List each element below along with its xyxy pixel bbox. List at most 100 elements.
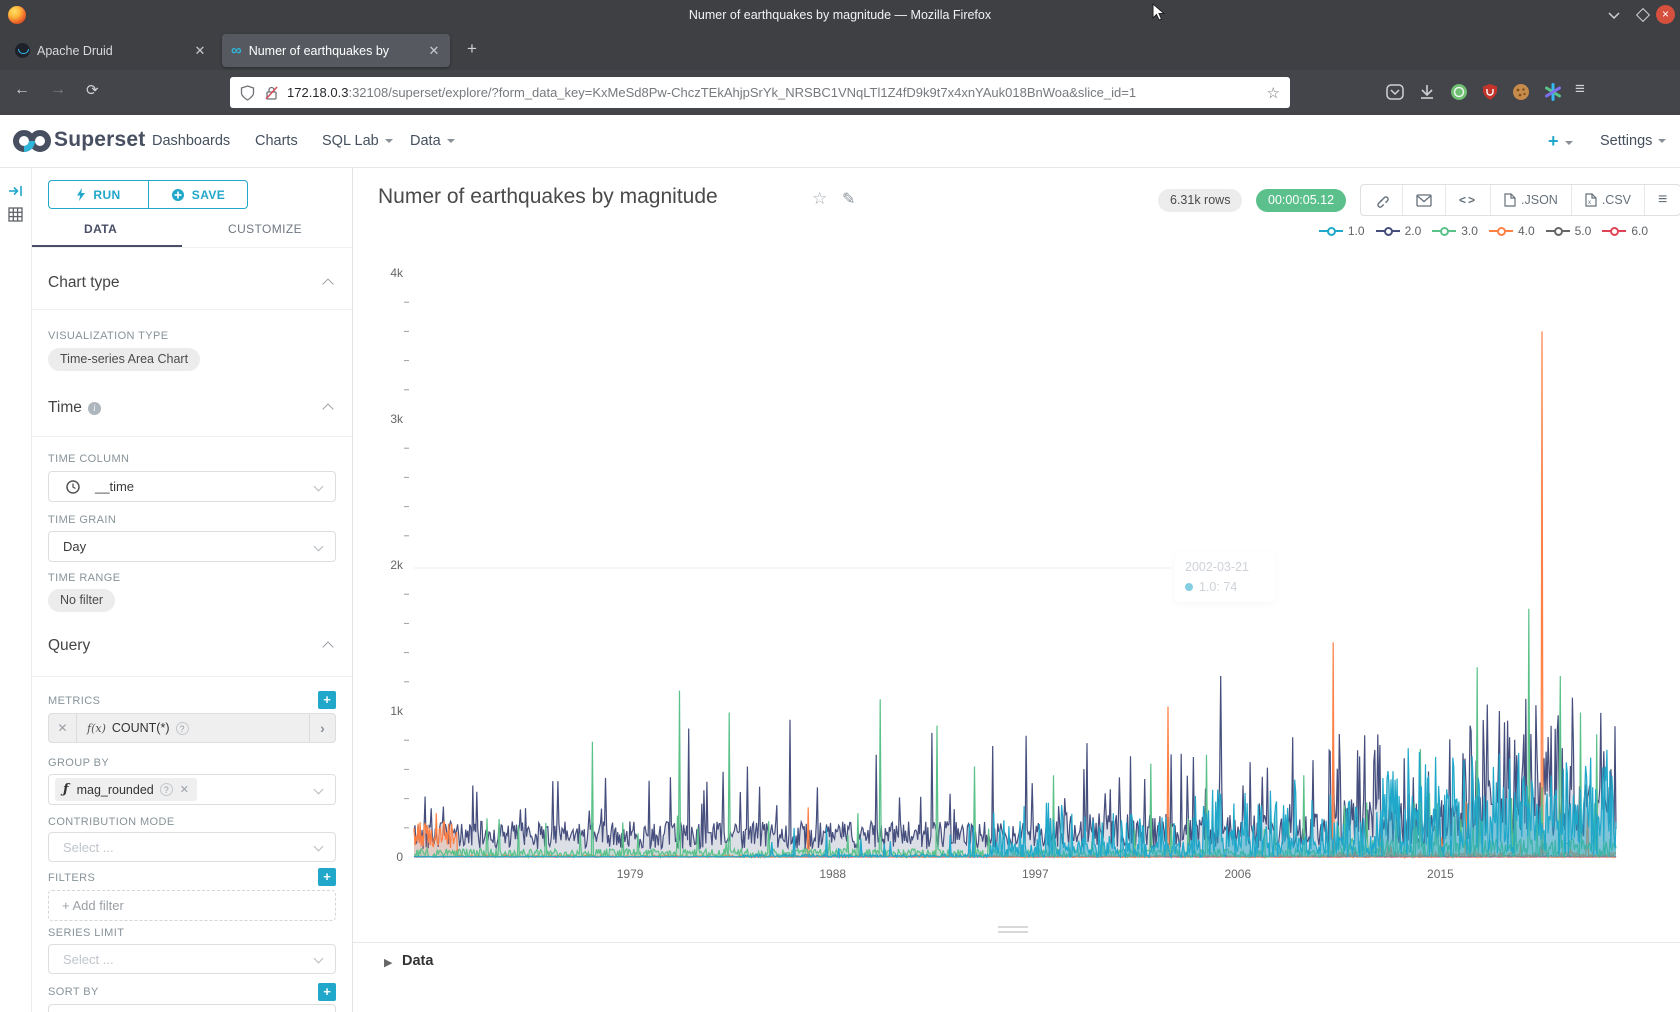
bookmark-star-icon[interactable]: ☆ (1267, 84, 1280, 102)
legend-item-2.0[interactable]: 2.0 (1376, 224, 1422, 238)
remove-metric-icon[interactable]: ✕ (49, 714, 77, 742)
copy-link-button[interactable] (1361, 185, 1402, 215)
lightning-icon (76, 188, 86, 201)
browser-toolbar: ← → ⟳ 172.18.0.3:32108/superset/explore/… (0, 70, 1680, 115)
firefox-logo-icon (8, 6, 26, 24)
tab-apache-druid[interactable]: Apache Druid ✕ (6, 34, 216, 67)
cookie-icon[interactable] (1511, 82, 1531, 102)
tab-data[interactable]: DATA (84, 222, 117, 236)
tab-close-icon[interactable]: ✕ (427, 43, 441, 59)
chevron-up-icon[interactable] (322, 403, 333, 414)
insecure-padlock-icon[interactable] (264, 85, 279, 101)
viz-type-pill[interactable]: Time-series Area Chart (48, 348, 200, 371)
chart-tooltip: 2002-03-21 1.0: 74 (1175, 552, 1275, 602)
tracking-shield-icon[interactable] (240, 85, 255, 101)
url-bar[interactable]: 172.18.0.3:32108/superset/explore/?form_… (230, 77, 1290, 108)
caret-down-icon (1565, 141, 1573, 145)
panel-resize-handle[interactable] (998, 926, 1028, 936)
groupby-select[interactable]: ƒ mag_rounded ? ✕ (48, 774, 336, 805)
add-sort-button[interactable]: + (318, 983, 336, 1001)
nav-dashboards[interactable]: Dashboards (152, 133, 230, 149)
legend-marker-icon (1546, 230, 1570, 232)
expand-data-icon[interactable]: ▶ (384, 956, 392, 969)
window-close-button[interactable]: × (1656, 5, 1675, 24)
extension-asterisk-icon[interactable] (1543, 82, 1563, 102)
nav-sql-lab[interactable]: SQL Lab (322, 133, 393, 149)
legend-item-5.0[interactable]: 5.0 (1546, 224, 1592, 238)
ublock-icon[interactable] (1480, 82, 1500, 102)
add-filter-dropzone[interactable]: + Add filter (48, 890, 336, 921)
file-icon (1504, 193, 1516, 207)
svg-text:1988: 1988 (819, 867, 846, 881)
time-column-select[interactable]: __time (48, 471, 336, 502)
add-filter-button[interactable]: + (318, 868, 336, 886)
tab-superset-chart[interactable]: ∞ Numer of earthquakes by ✕ (222, 34, 450, 67)
rows-count-badge: 6.31k rows (1158, 189, 1242, 212)
menu-hamburger-icon[interactable]: ≡ (1575, 79, 1585, 99)
data-panel-label[interactable]: Data (402, 953, 433, 969)
section-time[interactable]: Timei (48, 399, 101, 417)
forward-icon[interactable]: → (50, 81, 66, 99)
add-metric-button[interactable]: + (318, 691, 336, 709)
remove-groupby-icon[interactable]: ✕ (180, 783, 189, 796)
edit-title-icon[interactable]: ✎ (842, 189, 855, 209)
window-minimize-icon[interactable] (1608, 11, 1620, 19)
collapse-panel-icon[interactable] (8, 184, 24, 198)
series-limit-select[interactable]: Select ... (48, 944, 336, 974)
chevron-up-icon[interactable] (322, 641, 333, 652)
metric-pill[interactable]: ✕ f(x)COUNT(*)? › (48, 713, 336, 743)
query-timer-badge: 00:00:05.12 (1256, 189, 1346, 212)
extension-monkey-icon[interactable] (1449, 82, 1469, 102)
superset-brand[interactable]: Superset (54, 128, 145, 152)
contribution-mode-select[interactable]: Select ... (48, 832, 336, 862)
tab-close-icon[interactable]: ✕ (193, 43, 207, 59)
time-grain-select[interactable]: Day (48, 531, 336, 562)
legend-item-4.0[interactable]: 4.0 (1489, 224, 1535, 238)
embed-code-button[interactable]: <> (1445, 185, 1490, 215)
help-icon: ? (176, 722, 189, 735)
new-chart-button[interactable]: + (1548, 131, 1573, 152)
export-csv-button[interactable]: x .CSV (1571, 185, 1644, 215)
reload-icon[interactable]: ⟳ (86, 81, 99, 99)
new-tab-button[interactable]: + (460, 39, 484, 59)
url-text[interactable]: 172.18.0.3:32108/superset/explore/?form_… (287, 85, 1259, 100)
settings-menu[interactable]: Settings (1600, 133, 1666, 149)
timeseries-area-chart[interactable]: 01k2k3k4k19791988199720062015 (353, 248, 1680, 908)
select-placeholder: Select ... (63, 952, 114, 967)
caret-down-icon (1658, 139, 1666, 143)
legend-item-6.0[interactable]: 6.0 (1602, 224, 1648, 238)
time-grain-value: Day (63, 539, 86, 554)
tab-customize[interactable]: CUSTOMIZE (228, 222, 302, 236)
sort-by-select[interactable] (48, 1004, 336, 1012)
superset-navbar: Superset Dashboards Charts SQL Lab Data … (0, 115, 1680, 168)
legend-label: 1.0 (1348, 224, 1365, 238)
downloads-icon[interactable] (1417, 82, 1437, 102)
save-button[interactable]: SAVE (148, 180, 248, 209)
legend-item-3.0[interactable]: 3.0 (1432, 224, 1478, 238)
chart-menu-button[interactable]: ≡ (1644, 185, 1680, 215)
expand-metric-icon[interactable]: › (309, 714, 335, 742)
favorite-star-icon[interactable]: ☆ (812, 189, 827, 209)
left-icon-rail (0, 168, 32, 1012)
section-chart-type[interactable]: Chart type (48, 274, 120, 292)
export-json-button[interactable]: .JSON (1490, 185, 1571, 215)
svg-text:1k: 1k (390, 704, 404, 718)
groupby-pill[interactable]: ƒ mag_rounded ? ✕ (55, 778, 197, 801)
nav-charts[interactable]: Charts (255, 133, 298, 149)
section-query[interactable]: Query (48, 637, 90, 655)
page-title: Numer of earthquakes by magnitude (378, 185, 718, 209)
dataset-grid-icon[interactable] (8, 207, 24, 223)
chevron-up-icon[interactable] (322, 278, 333, 289)
window-titlebar: Numer of earthquakes by magnitude — Mozi… (0, 0, 1680, 30)
time-range-pill[interactable]: No filter (48, 589, 115, 612)
run-button[interactable]: RUN (48, 180, 148, 209)
back-icon[interactable]: ← (14, 81, 30, 99)
svg-text:x: x (1588, 200, 1591, 206)
caret-down-icon (385, 139, 393, 143)
email-button[interactable] (1402, 185, 1445, 215)
nav-data[interactable]: Data (410, 133, 455, 149)
chevron-down-icon (314, 842, 324, 852)
clock-icon (66, 480, 80, 494)
legend-item-1.0[interactable]: 1.0 (1319, 224, 1365, 238)
pocket-icon[interactable] (1385, 82, 1405, 102)
